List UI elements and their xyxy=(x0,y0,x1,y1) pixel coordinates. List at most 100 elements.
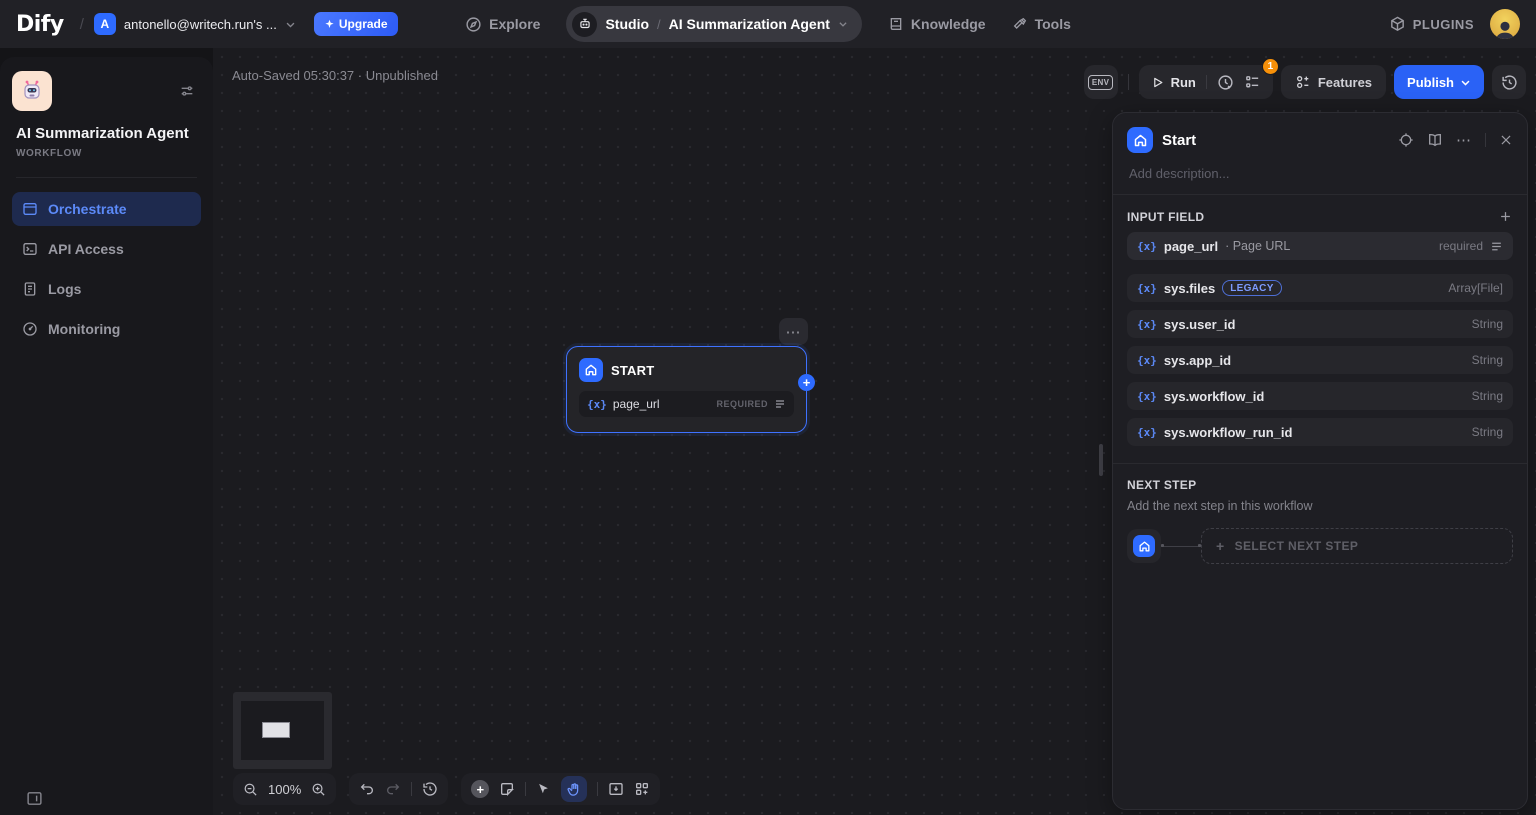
input-field-row-sys-files[interactable]: {x} sys.files LEGACY Array[File] xyxy=(1127,274,1513,302)
input-field-label: INPUT FIELD xyxy=(1127,210,1204,224)
undo-icon[interactable] xyxy=(359,781,375,797)
nav-plugins[interactable]: PLUGINS xyxy=(1389,16,1474,33)
run-button[interactable]: Run xyxy=(1151,75,1196,90)
toolbar-divider xyxy=(525,782,526,796)
input-field-row-sys-workflow-id[interactable]: {x} sys.workflow_id String xyxy=(1127,382,1513,410)
add-note-icon[interactable] xyxy=(499,781,515,797)
next-step-label: NEXT STEP xyxy=(1127,478,1196,492)
export-image-icon[interactable] xyxy=(608,781,624,797)
workspace-avatar[interactable]: A xyxy=(94,13,116,35)
workflow-header-toolbar: ENV Run 1 Feat xyxy=(1084,65,1526,99)
select-next-step-button[interactable]: + SELECT NEXT STEP xyxy=(1201,528,1513,564)
change-history-icon[interactable] xyxy=(422,781,438,797)
dify-workflow-app: Dify / A antonello@writech.run's ... Upg… xyxy=(0,0,1536,815)
add-input-field-icon[interactable] xyxy=(1498,209,1513,224)
input-field-row-sys-user-id[interactable]: {x} sys.user_id String xyxy=(1127,310,1513,338)
nav-studio-label[interactable]: Studio xyxy=(605,16,649,32)
nav-explore[interactable]: Explore xyxy=(465,16,540,33)
top-bar: Dify / A antonello@writech.run's ... Upg… xyxy=(0,0,1536,48)
zoom-level[interactable]: 100% xyxy=(268,782,301,797)
history-controls xyxy=(349,773,448,805)
input-field-row-sys-app-id[interactable]: {x} sys.app_id String xyxy=(1127,346,1513,374)
redo-icon[interactable] xyxy=(385,781,401,797)
node-variable-row[interactable]: {x} page_url REQUIRED xyxy=(579,391,794,417)
chevron-down-icon[interactable] xyxy=(838,19,848,29)
features-button[interactable]: Features xyxy=(1281,65,1386,99)
current-app-name[interactable]: AI Summarization Agent xyxy=(669,16,830,32)
zoom-in-icon[interactable] xyxy=(311,782,326,797)
publish-button[interactable]: Publish xyxy=(1394,65,1484,99)
nav-studio-breadcrumb[interactable]: Studio / AI Summarization Agent xyxy=(566,6,861,42)
home-icon xyxy=(1133,535,1155,557)
add-node-button[interactable]: + xyxy=(471,780,489,798)
start-node[interactable]: START {x} page_url REQUIRED + xyxy=(566,346,807,433)
close-panel-icon[interactable] xyxy=(1499,133,1513,147)
app-icon[interactable] xyxy=(12,71,52,111)
panel-title: Start xyxy=(1162,132,1389,149)
user-avatar[interactable] xyxy=(1490,9,1520,39)
edit-field-icon[interactable] xyxy=(1490,240,1503,253)
hand-mode-icon[interactable] xyxy=(561,776,587,802)
required-label: required xyxy=(1439,239,1483,253)
zoom-out-icon[interactable] xyxy=(243,782,258,797)
gauge-icon xyxy=(22,321,38,337)
upgrade-label: Upgrade xyxy=(339,17,388,31)
variable-icon: {x} xyxy=(1137,354,1157,367)
toolbar-divider xyxy=(411,782,412,796)
chevron-down-icon[interactable] xyxy=(285,19,296,30)
topbar-nav: Explore Studio / AI Summarization Agent … xyxy=(465,6,1071,42)
features-icon xyxy=(1295,74,1311,90)
upgrade-button[interactable]: Upgrade xyxy=(314,12,398,36)
start-node-header: START xyxy=(567,347,806,391)
version-history-button[interactable] xyxy=(1492,65,1526,99)
workflow-canvas[interactable]: Auto-Saved 05:30:37 · Unpublished ⋯ STAR… xyxy=(213,48,1536,815)
nav-tools[interactable]: Tools xyxy=(1012,16,1071,32)
align-lines-icon xyxy=(774,398,786,410)
checklist-icon[interactable] xyxy=(1244,74,1261,91)
node-more-button[interactable]: ⋯ xyxy=(779,318,808,345)
window-icon xyxy=(22,201,38,217)
sidebar-item-orchestrate[interactable]: Orchestrate xyxy=(12,192,201,226)
run-history-icon[interactable] xyxy=(1217,74,1234,91)
input-field-row-sys-workflow-run-id[interactable]: {x} sys.workflow_run_id String xyxy=(1127,418,1513,446)
breadcrumb-slash: / xyxy=(80,16,84,33)
add-next-node-button[interactable]: + xyxy=(798,374,815,391)
docs-icon[interactable] xyxy=(1427,132,1443,148)
collapse-sidebar-icon[interactable] xyxy=(26,790,43,807)
home-icon xyxy=(579,358,603,382)
variable-icon: {x} xyxy=(1137,240,1157,253)
panel-divider xyxy=(1113,463,1527,464)
description-input[interactable]: Add description... xyxy=(1129,166,1511,181)
env-button[interactable]: ENV xyxy=(1084,65,1118,99)
more-options-icon[interactable]: ⋯ xyxy=(1456,131,1472,149)
app-settings-icon[interactable] xyxy=(179,83,195,99)
sparkle-icon xyxy=(324,19,335,30)
minimap[interactable] xyxy=(233,692,332,769)
env-icon: ENV xyxy=(1088,75,1113,90)
workspace-name[interactable]: antonello@writech.run's ... xyxy=(124,17,277,32)
locate-node-icon[interactable] xyxy=(1398,132,1414,148)
panel-resize-handle[interactable] xyxy=(1099,444,1103,476)
app-title: AI Summarization Agent xyxy=(12,125,201,142)
run-group: Run 1 xyxy=(1139,65,1273,99)
pointer-mode-icon[interactable] xyxy=(536,782,551,797)
cube-icon xyxy=(1389,16,1406,33)
panel-actions-divider xyxy=(1485,133,1486,147)
sidebar-item-api-access[interactable]: API Access xyxy=(12,232,201,266)
auto-layout-icon[interactable] xyxy=(634,781,650,797)
start-config-panel: Start ⋯ Add description... xyxy=(1112,112,1528,810)
next-step-row: + SELECT NEXT STEP xyxy=(1127,528,1513,564)
connector-line xyxy=(1161,546,1201,547)
sidebar-item-logs[interactable]: Logs xyxy=(12,272,201,306)
input-field-row-page-url[interactable]: {x} page_url · Page URL required xyxy=(1127,232,1513,260)
start-node-title: START xyxy=(611,363,654,378)
canvas-toolbar: 100% + xyxy=(233,773,660,805)
robot-icon xyxy=(572,12,597,37)
sidebar-divider xyxy=(16,177,197,178)
nav-knowledge[interactable]: Knowledge xyxy=(888,16,986,32)
terminal-icon xyxy=(22,241,38,257)
panel-header: Start ⋯ xyxy=(1127,127,1513,153)
variable-icon: {x} xyxy=(1137,426,1157,439)
start-node-chip xyxy=(1127,529,1161,563)
sidebar-item-monitoring[interactable]: Monitoring xyxy=(12,312,201,346)
